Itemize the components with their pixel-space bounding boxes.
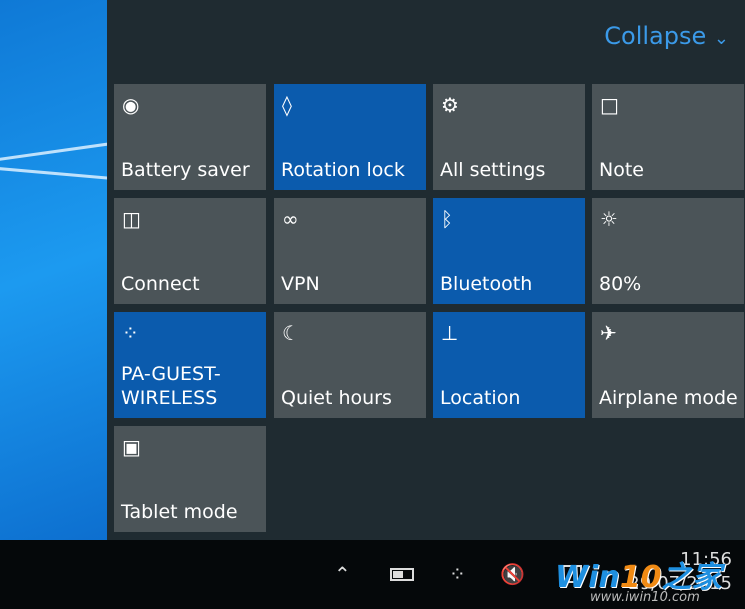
- battery-icon[interactable]: [390, 568, 414, 581]
- tile-label: Rotation lock: [281, 159, 405, 181]
- tile-tablet-mode[interactable]: ▣ Tablet mode: [114, 426, 266, 532]
- speaker-muted-icon[interactable]: 🔇: [500, 562, 525, 586]
- tile-label: All settings: [440, 159, 546, 181]
- moon-icon: ☾: [282, 321, 300, 345]
- tile-label: Battery saver: [121, 159, 250, 181]
- bluetooth-icon: ᛒ: [441, 207, 453, 231]
- tile-rotation-lock[interactable]: ◊ Rotation lock: [274, 84, 426, 190]
- watermark-url: www.iwin10.com: [590, 590, 700, 605]
- collapse-button[interactable]: Collapse ⌄: [604, 22, 729, 50]
- vpn-icon: ∞: [282, 207, 299, 231]
- tile-label: Tablet mode: [121, 501, 238, 523]
- gear-icon: ⚙: [441, 93, 459, 117]
- tile-vpn[interactable]: ∞ VPN: [274, 198, 426, 304]
- tablet-mode-icon: ▣: [122, 435, 141, 459]
- tile-quiet-hours[interactable]: ☾ Quiet hours: [274, 312, 426, 418]
- wifi-icon: ⁘: [122, 321, 139, 345]
- tile-label: Airplane mode: [599, 387, 738, 409]
- tile-battery-saver[interactable]: ◉ Battery saver: [114, 84, 266, 190]
- tile-label: Note: [599, 159, 644, 181]
- tile-label: VPN: [281, 273, 320, 295]
- battery-saver-icon: ◉: [122, 93, 140, 117]
- tile-connect[interactable]: ◫ Connect: [114, 198, 266, 304]
- location-icon: ⊥: [441, 321, 459, 345]
- rotation-lock-icon: ◊: [282, 93, 292, 117]
- tile-label: Bluetooth: [440, 273, 533, 295]
- chevron-down-icon: ⌄: [713, 28, 729, 49]
- desktop-background: [0, 0, 107, 540]
- tile-all-settings[interactable]: ⚙ All settings: [433, 84, 585, 190]
- tile-airplane-mode[interactable]: ✈ Airplane mode: [592, 312, 744, 418]
- tile-80[interactable]: ☼ 80%: [592, 198, 744, 304]
- brightness-icon: ☼: [600, 207, 618, 231]
- tile-label: Quiet hours: [281, 387, 392, 409]
- tile-note[interactable]: □ Note: [592, 84, 744, 190]
- wifi-icon[interactable]: ⁘: [449, 562, 466, 586]
- airplane-icon: ✈: [600, 321, 617, 345]
- tile-label: PA-GUEST- WIRELESS: [121, 363, 221, 409]
- note-icon: □: [600, 93, 619, 117]
- tile-label: 80%: [599, 273, 642, 295]
- tile-label: Connect: [121, 273, 200, 295]
- connect-icon: ◫: [122, 207, 141, 231]
- tile-location[interactable]: ⊥ Location: [433, 312, 585, 418]
- tile-pa-guest-wireless[interactable]: ⁘ PA-GUEST- WIRELESS: [114, 312, 266, 418]
- collapse-label: Collapse: [604, 22, 707, 50]
- chevron-up-icon[interactable]: ⌃: [334, 562, 351, 586]
- tile-bluetooth[interactable]: ᛒ Bluetooth: [433, 198, 585, 304]
- tile-label: Location: [440, 387, 521, 409]
